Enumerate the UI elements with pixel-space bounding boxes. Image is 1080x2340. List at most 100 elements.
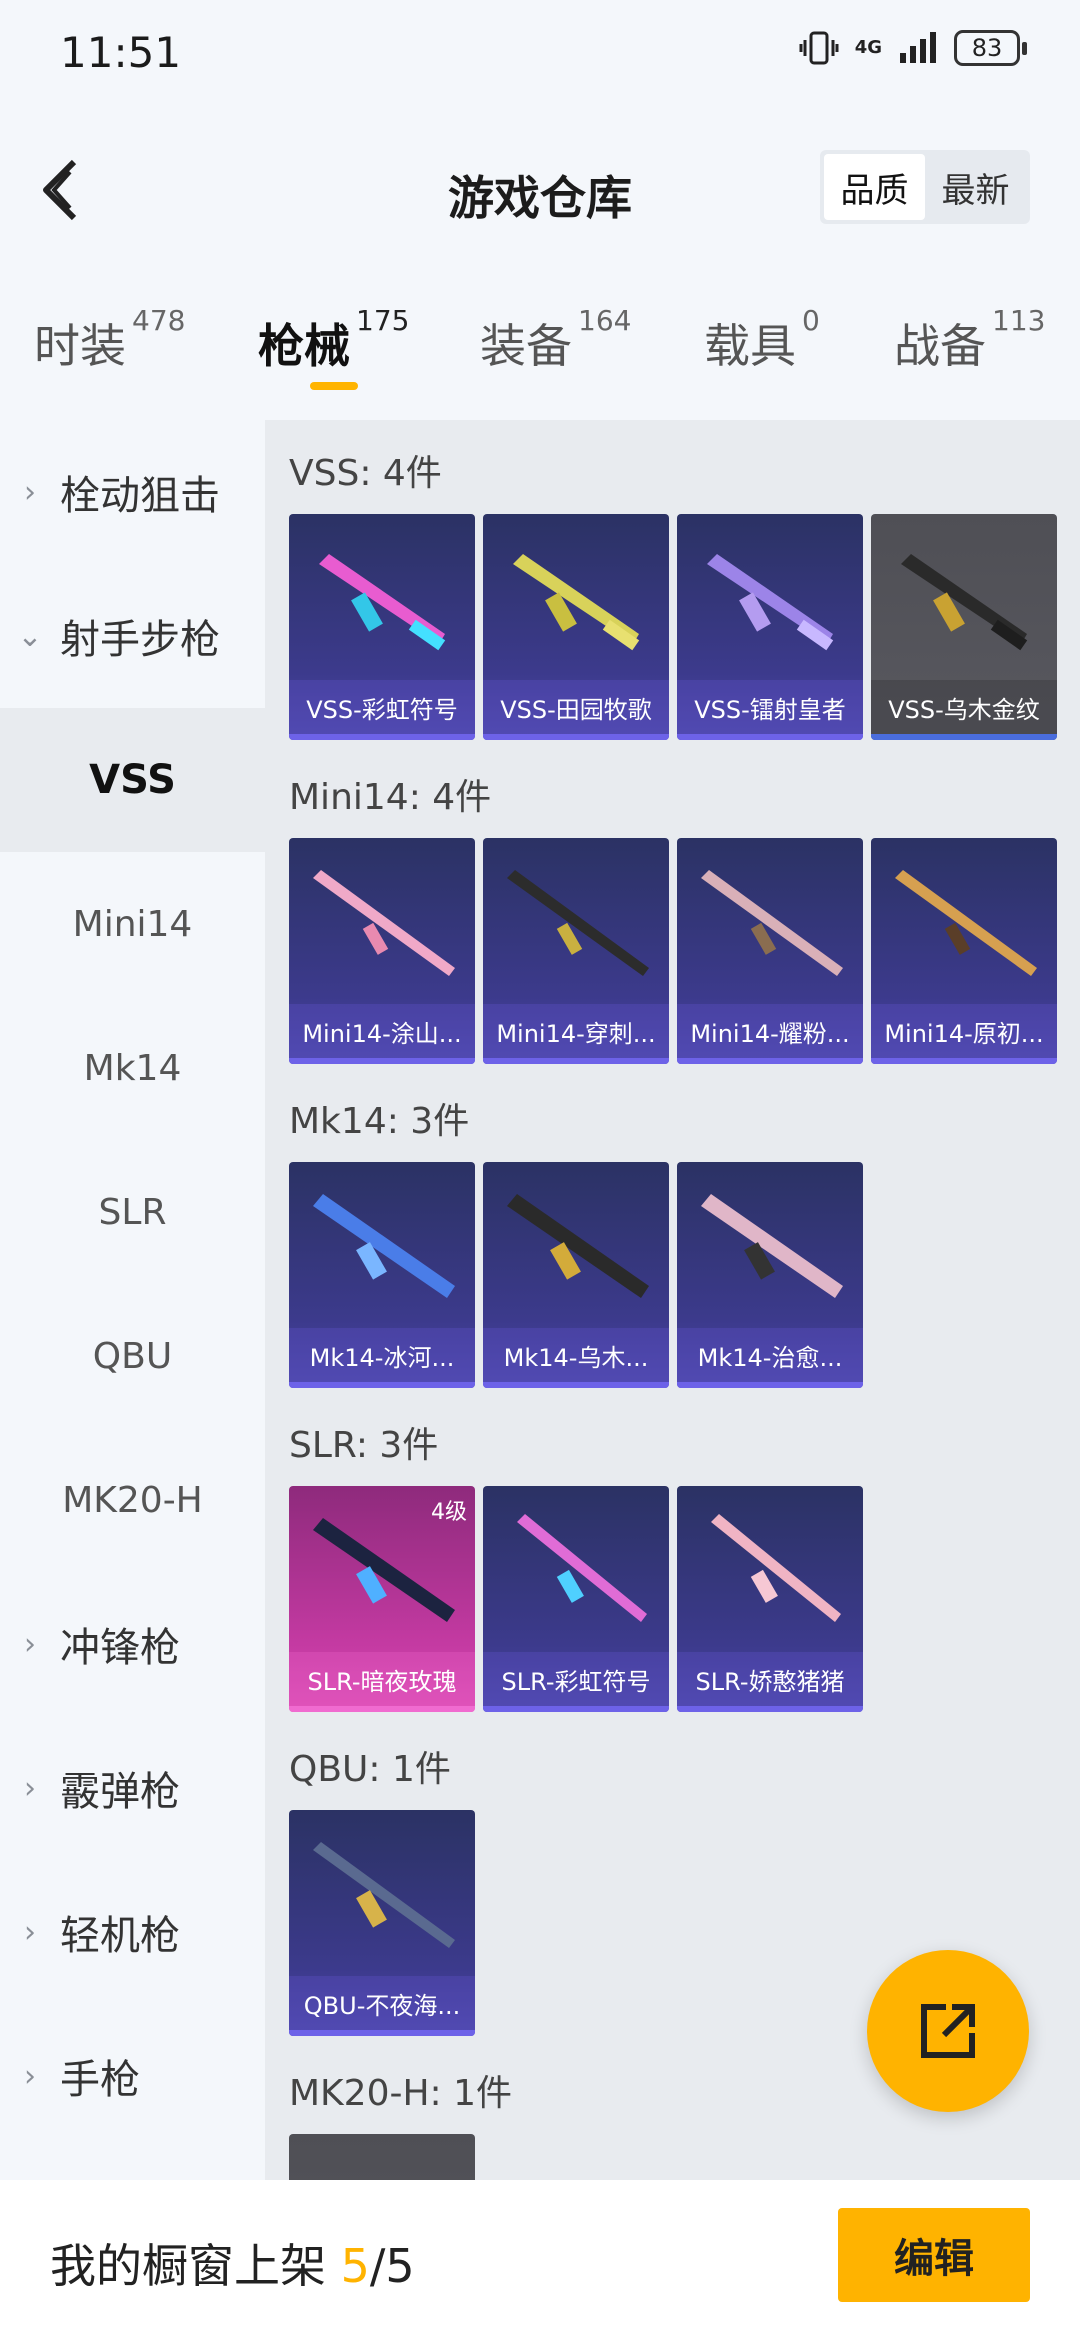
tab-fashion[interactable]: 时装 478 xyxy=(34,304,185,376)
chevron-right-icon: › xyxy=(24,1914,36,1950)
section-title-mk20h: MK20-H: 1件 xyxy=(289,2073,513,2114)
chevron-right-icon: › xyxy=(24,2058,36,2094)
tab-count: 0 xyxy=(802,304,820,337)
sidebar-item-dmr[interactable]: ⌄ 射手步枪 xyxy=(0,564,265,708)
skin-card[interactable]: Mini14-穿刺... xyxy=(483,838,669,1064)
sidebar-label: 手枪 xyxy=(60,2057,140,2103)
chevron-right-icon: › xyxy=(24,1626,36,1662)
tab-count: 175 xyxy=(356,304,410,337)
header: 游戏仓库 品质 最新 xyxy=(0,110,1080,270)
skin-card[interactable]: VSS-田园牧歌 xyxy=(483,514,669,740)
showcase-total: /5 xyxy=(369,2239,415,2293)
sidebar-item-smg[interactable]: › 冲锋枪 xyxy=(0,1572,265,1716)
weapon-image xyxy=(701,1194,843,1298)
skin-name: SLR-彩虹符号 xyxy=(483,1652,669,1712)
skin-name: VSS-镭射皇者 xyxy=(677,680,863,740)
sidebar-item-pistol[interactable]: › 手枪 xyxy=(0,2004,265,2148)
sort-quality[interactable]: 品质 xyxy=(824,154,925,220)
sidebar-subitem-mk14[interactable]: Mk14 xyxy=(0,996,265,1140)
bottom-bar: 我的橱窗上架 5/5 编辑 xyxy=(0,2180,1080,2340)
weapon-image xyxy=(707,554,834,651)
sidebar-subitem-qbu[interactable]: QBU xyxy=(0,1284,265,1428)
share-button[interactable] xyxy=(867,1950,1029,2112)
sidebar-item-lmg[interactable]: › 轻机枪 xyxy=(0,1860,265,2004)
weapon-image xyxy=(711,1514,841,1622)
weapon-grid: VSS: 4件 VSS-彩虹符号 VSS-田园牧歌 VSS-镭射皇者 VSS-乌… xyxy=(265,420,1080,2180)
weapon-image xyxy=(895,870,1037,976)
skin-card[interactable]: 4级 SLR-暗夜玫瑰 xyxy=(289,1486,475,1712)
weapon-image xyxy=(701,870,843,976)
edit-button[interactable]: 编辑 xyxy=(838,2208,1030,2302)
sidebar-subitem-mk20h[interactable]: MK20-H xyxy=(0,1428,265,1572)
chevron-right-icon: › xyxy=(24,474,36,510)
tab-indicator xyxy=(310,382,358,390)
skin-name: Mini14-穿刺... xyxy=(483,1004,669,1064)
skin-name: Mini14-原初... xyxy=(871,1004,1057,1064)
sidebar-label: 轻机枪 xyxy=(60,1913,180,1959)
tab-vehicles[interactable]: 载具 0 xyxy=(704,304,820,376)
skin-name: QBU-不夜海... xyxy=(289,1976,475,2036)
sort-newest[interactable]: 最新 xyxy=(925,154,1026,220)
skin-card[interactable]: Mk14-冰河... xyxy=(289,1162,475,1388)
sidebar-item-shotgun[interactable]: › 霰弹枪 xyxy=(0,1716,265,1860)
network-type: 4G xyxy=(854,37,882,58)
sidebar-label: 冲锋枪 xyxy=(60,1625,180,1671)
skin-name: Mini14-涂山... xyxy=(289,1004,475,1064)
skin-card[interactable]: Mini14-耀粉... xyxy=(677,838,863,1064)
weapon-image xyxy=(901,554,1028,651)
chevron-right-icon: › xyxy=(24,1770,36,1806)
tab-label: 时装 xyxy=(34,319,126,373)
tab-guns[interactable]: 枪械 175 xyxy=(258,304,409,376)
sidebar-label: 射手步枪 xyxy=(60,617,220,663)
weapon-image xyxy=(517,1514,647,1622)
skin-name: VSS-田园牧歌 xyxy=(483,680,669,740)
weapon-image xyxy=(313,1518,455,1622)
section-title-mini14: Mini14: 4件 xyxy=(289,777,492,818)
skin-name: Mini14-耀粉... xyxy=(677,1004,863,1064)
weapon-image xyxy=(319,554,446,651)
skin-card[interactable]: VSS-镭射皇者 xyxy=(677,514,863,740)
skin-card[interactable]: Mini14-原初... xyxy=(871,838,1057,1064)
sort-toggle: 品质 最新 xyxy=(820,150,1030,224)
skin-card[interactable]: SLR-彩虹符号 xyxy=(483,1486,669,1712)
weapon-image xyxy=(313,870,455,976)
tab-count: 164 xyxy=(578,304,632,337)
skin-card[interactable]: Mini14-涂山... xyxy=(289,838,475,1064)
skin-name: VSS-乌木金纹 xyxy=(871,680,1057,740)
tab-label: 载具 xyxy=(704,319,796,373)
sidebar-subitem-vss[interactable]: VSS xyxy=(0,708,265,852)
tab-count: 478 xyxy=(132,304,186,337)
weapon-image xyxy=(313,1842,455,1948)
battery-level: 83 xyxy=(971,34,1003,62)
signal-icon xyxy=(900,32,936,63)
skin-card[interactable]: VSS-彩虹符号 xyxy=(289,514,475,740)
sidebar: › 栓动狙击 ⌄ 射手步枪 VSS Mini14 Mk14 SLR QBU MK… xyxy=(0,420,265,2180)
sidebar-item-bolt-sniper[interactable]: › 栓动狙击 xyxy=(0,420,265,564)
skin-name: SLR-娇憨猪猪 xyxy=(677,1652,863,1712)
tab-label: 枪械 xyxy=(258,319,350,373)
weapon-image xyxy=(513,554,640,651)
sidebar-subitem-mini14[interactable]: Mini14 xyxy=(0,852,265,996)
skin-card[interactable]: Mk14-治愈... xyxy=(677,1162,863,1388)
section-title-slr: SLR: 3件 xyxy=(289,1425,439,1466)
vibrate-icon xyxy=(799,31,839,65)
battery-indicator: 83 xyxy=(954,30,1027,66)
skin-card[interactable]: VSS-乌木金纹 xyxy=(871,514,1057,740)
skin-name: SLR-暗夜玫瑰 xyxy=(289,1652,475,1712)
share-icon xyxy=(921,2004,975,2058)
skin-card[interactable]: Mk14-乌木... xyxy=(483,1162,669,1388)
sidebar-subitem-slr[interactable]: SLR xyxy=(0,1140,265,1284)
tab-label: 战备 xyxy=(894,319,986,373)
tab-supplies[interactable]: 战备 113 xyxy=(894,304,1045,376)
skin-name: Mk14-冰河... xyxy=(289,1328,475,1388)
status-time: 11:51 xyxy=(60,28,182,77)
skin-card[interactable] xyxy=(289,2134,475,2180)
skin-card[interactable]: SLR-娇憨猪猪 xyxy=(677,1486,863,1712)
weapon-image xyxy=(313,1194,455,1298)
tab-count: 113 xyxy=(992,304,1046,337)
tab-equipment[interactable]: 装备 164 xyxy=(480,304,631,376)
sidebar-label: 霰弹枪 xyxy=(60,1769,180,1815)
status-bar: 11:51 4G 83 xyxy=(0,0,1080,110)
section-title-mk14: Mk14: 3件 xyxy=(289,1101,470,1142)
skin-card[interactable]: QBU-不夜海... xyxy=(289,1810,475,2036)
